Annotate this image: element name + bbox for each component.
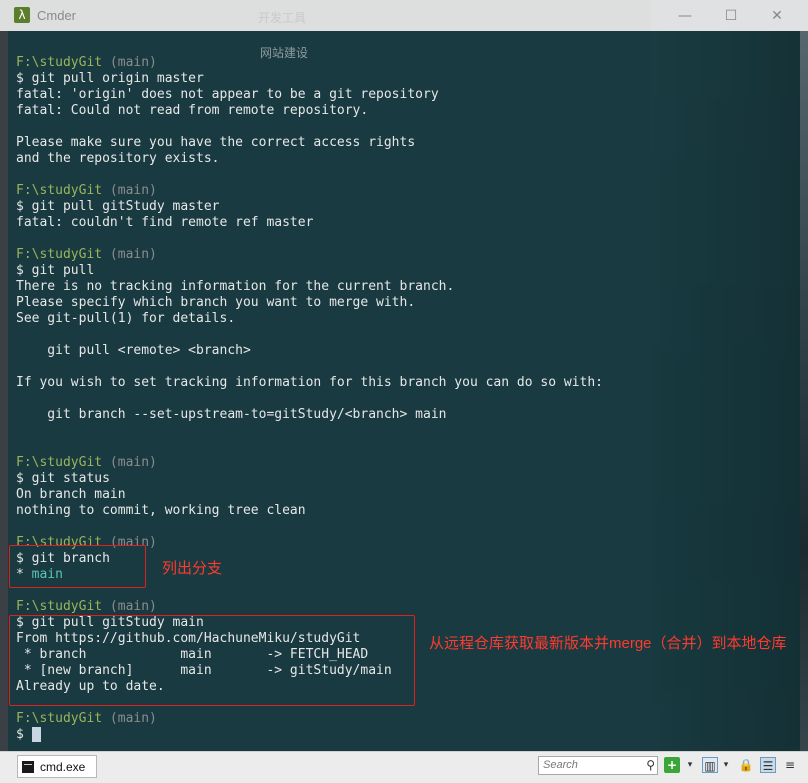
- prompt-path: F:\studyGit: [16, 711, 103, 726]
- prompt-line: F:\studyGit (main): [16, 55, 603, 71]
- prompt-branch: (main): [109, 183, 157, 198]
- prompt-symbol: $: [16, 727, 32, 742]
- search-icon[interactable]: ⚲: [646, 758, 655, 772]
- cmder-window: λ Cmder 开发工具 — ☐ ✕ 网站建设 F:\studyGit (mai…: [0, 0, 808, 783]
- title-bar[interactable]: λ Cmder 开发工具 — ☐ ✕: [0, 0, 808, 31]
- output-line: There is no tracking information for the…: [16, 279, 455, 294]
- list-icon[interactable]: ☰: [760, 757, 776, 773]
- console-icon: [22, 760, 34, 773]
- output-line: $ git status: [16, 471, 110, 486]
- prompt-branch: (main): [109, 455, 157, 470]
- annotation-box-branch: [9, 545, 146, 588]
- output-line: and the repository exists.: [16, 151, 220, 166]
- lambda-icon: λ: [14, 7, 30, 23]
- add-console-button[interactable]: +: [664, 757, 680, 773]
- output-line: If you wish to set tracking information …: [16, 375, 603, 390]
- prompt-path: F:\studyGit: [16, 247, 103, 262]
- input-line: $: [16, 727, 603, 743]
- output-line: Please make sure you have the correct ac…: [16, 135, 416, 150]
- prompt-line: F:\studyGit (main): [16, 711, 603, 727]
- prompt-branch: (main): [109, 55, 157, 70]
- output-line: $ git pull gitStudy master: [16, 199, 220, 214]
- output-line: See git-pull(1) for details.: [16, 311, 236, 326]
- annotation-box-pull: [9, 615, 415, 706]
- lock-icon[interactable]: 🔒: [738, 757, 754, 773]
- output-line: fatal: couldn't find remote ref master: [16, 215, 314, 230]
- prompt-path: F:\studyGit: [16, 183, 103, 198]
- output-line: On branch main: [16, 487, 126, 502]
- prompt-path: F:\studyGit: [16, 599, 103, 614]
- minimize-button[interactable]: —: [662, 0, 708, 31]
- menu-icon[interactable]: ≡: [782, 757, 798, 773]
- prompt-path: F:\studyGit: [16, 455, 103, 470]
- prompt-branch: (main): [109, 599, 157, 614]
- prompt-path: F:\studyGit: [16, 55, 103, 70]
- search-input[interactable]: Search ⚲: [538, 756, 658, 775]
- console-tab[interactable]: cmd.exe: [17, 755, 97, 778]
- prompt-branch: (main): [109, 711, 157, 726]
- output-line: nothing to commit, working tree clean: [16, 503, 306, 518]
- annotation-note-pull: 从远程仓库获取最新版本并merge（合并）到本地仓库: [429, 635, 787, 652]
- annotation-note-branch: 列出分支: [162, 560, 223, 577]
- prompt-line: F:\studyGit (main): [16, 183, 603, 199]
- split-view-icon[interactable]: ▥: [702, 757, 718, 773]
- window-title: Cmder: [37, 8, 77, 23]
- output-line: fatal: Could not read from remote reposi…: [16, 103, 369, 118]
- maximize-button[interactable]: ☐: [708, 0, 754, 31]
- chevron-down-icon[interactable]: ▾: [682, 757, 698, 773]
- status-bar: cmd.exe Search ⚲ + ▾ ▥ ▾ 🔒 ☰ ≡: [0, 751, 808, 783]
- output-line: Please specify which branch you want to …: [16, 295, 416, 310]
- prompt-branch: (main): [109, 247, 157, 262]
- prompt-line: F:\studyGit (main): [16, 599, 603, 615]
- console-tab-label: cmd.exe: [40, 759, 86, 774]
- background-ghost-text: 开发工具: [258, 11, 307, 25]
- output-line: $ git pull origin master: [16, 71, 204, 86]
- chevron-down-icon[interactable]: ▾: [718, 757, 734, 773]
- output-line: $ git pull: [16, 263, 95, 278]
- search-placeholder: Search: [543, 759, 578, 771]
- output-line: fatal: 'origin' does not appear to be a …: [16, 87, 439, 102]
- output-line: git pull <remote> <branch>: [16, 343, 251, 358]
- output-line: git branch --set-upstream-to=gitStudy/<b…: [16, 407, 447, 422]
- prompt-line: F:\studyGit (main): [16, 455, 603, 471]
- text-cursor[interactable]: [31, 727, 41, 742]
- prompt-line: F:\studyGit (main): [16, 247, 603, 263]
- close-button[interactable]: ✕: [754, 0, 800, 31]
